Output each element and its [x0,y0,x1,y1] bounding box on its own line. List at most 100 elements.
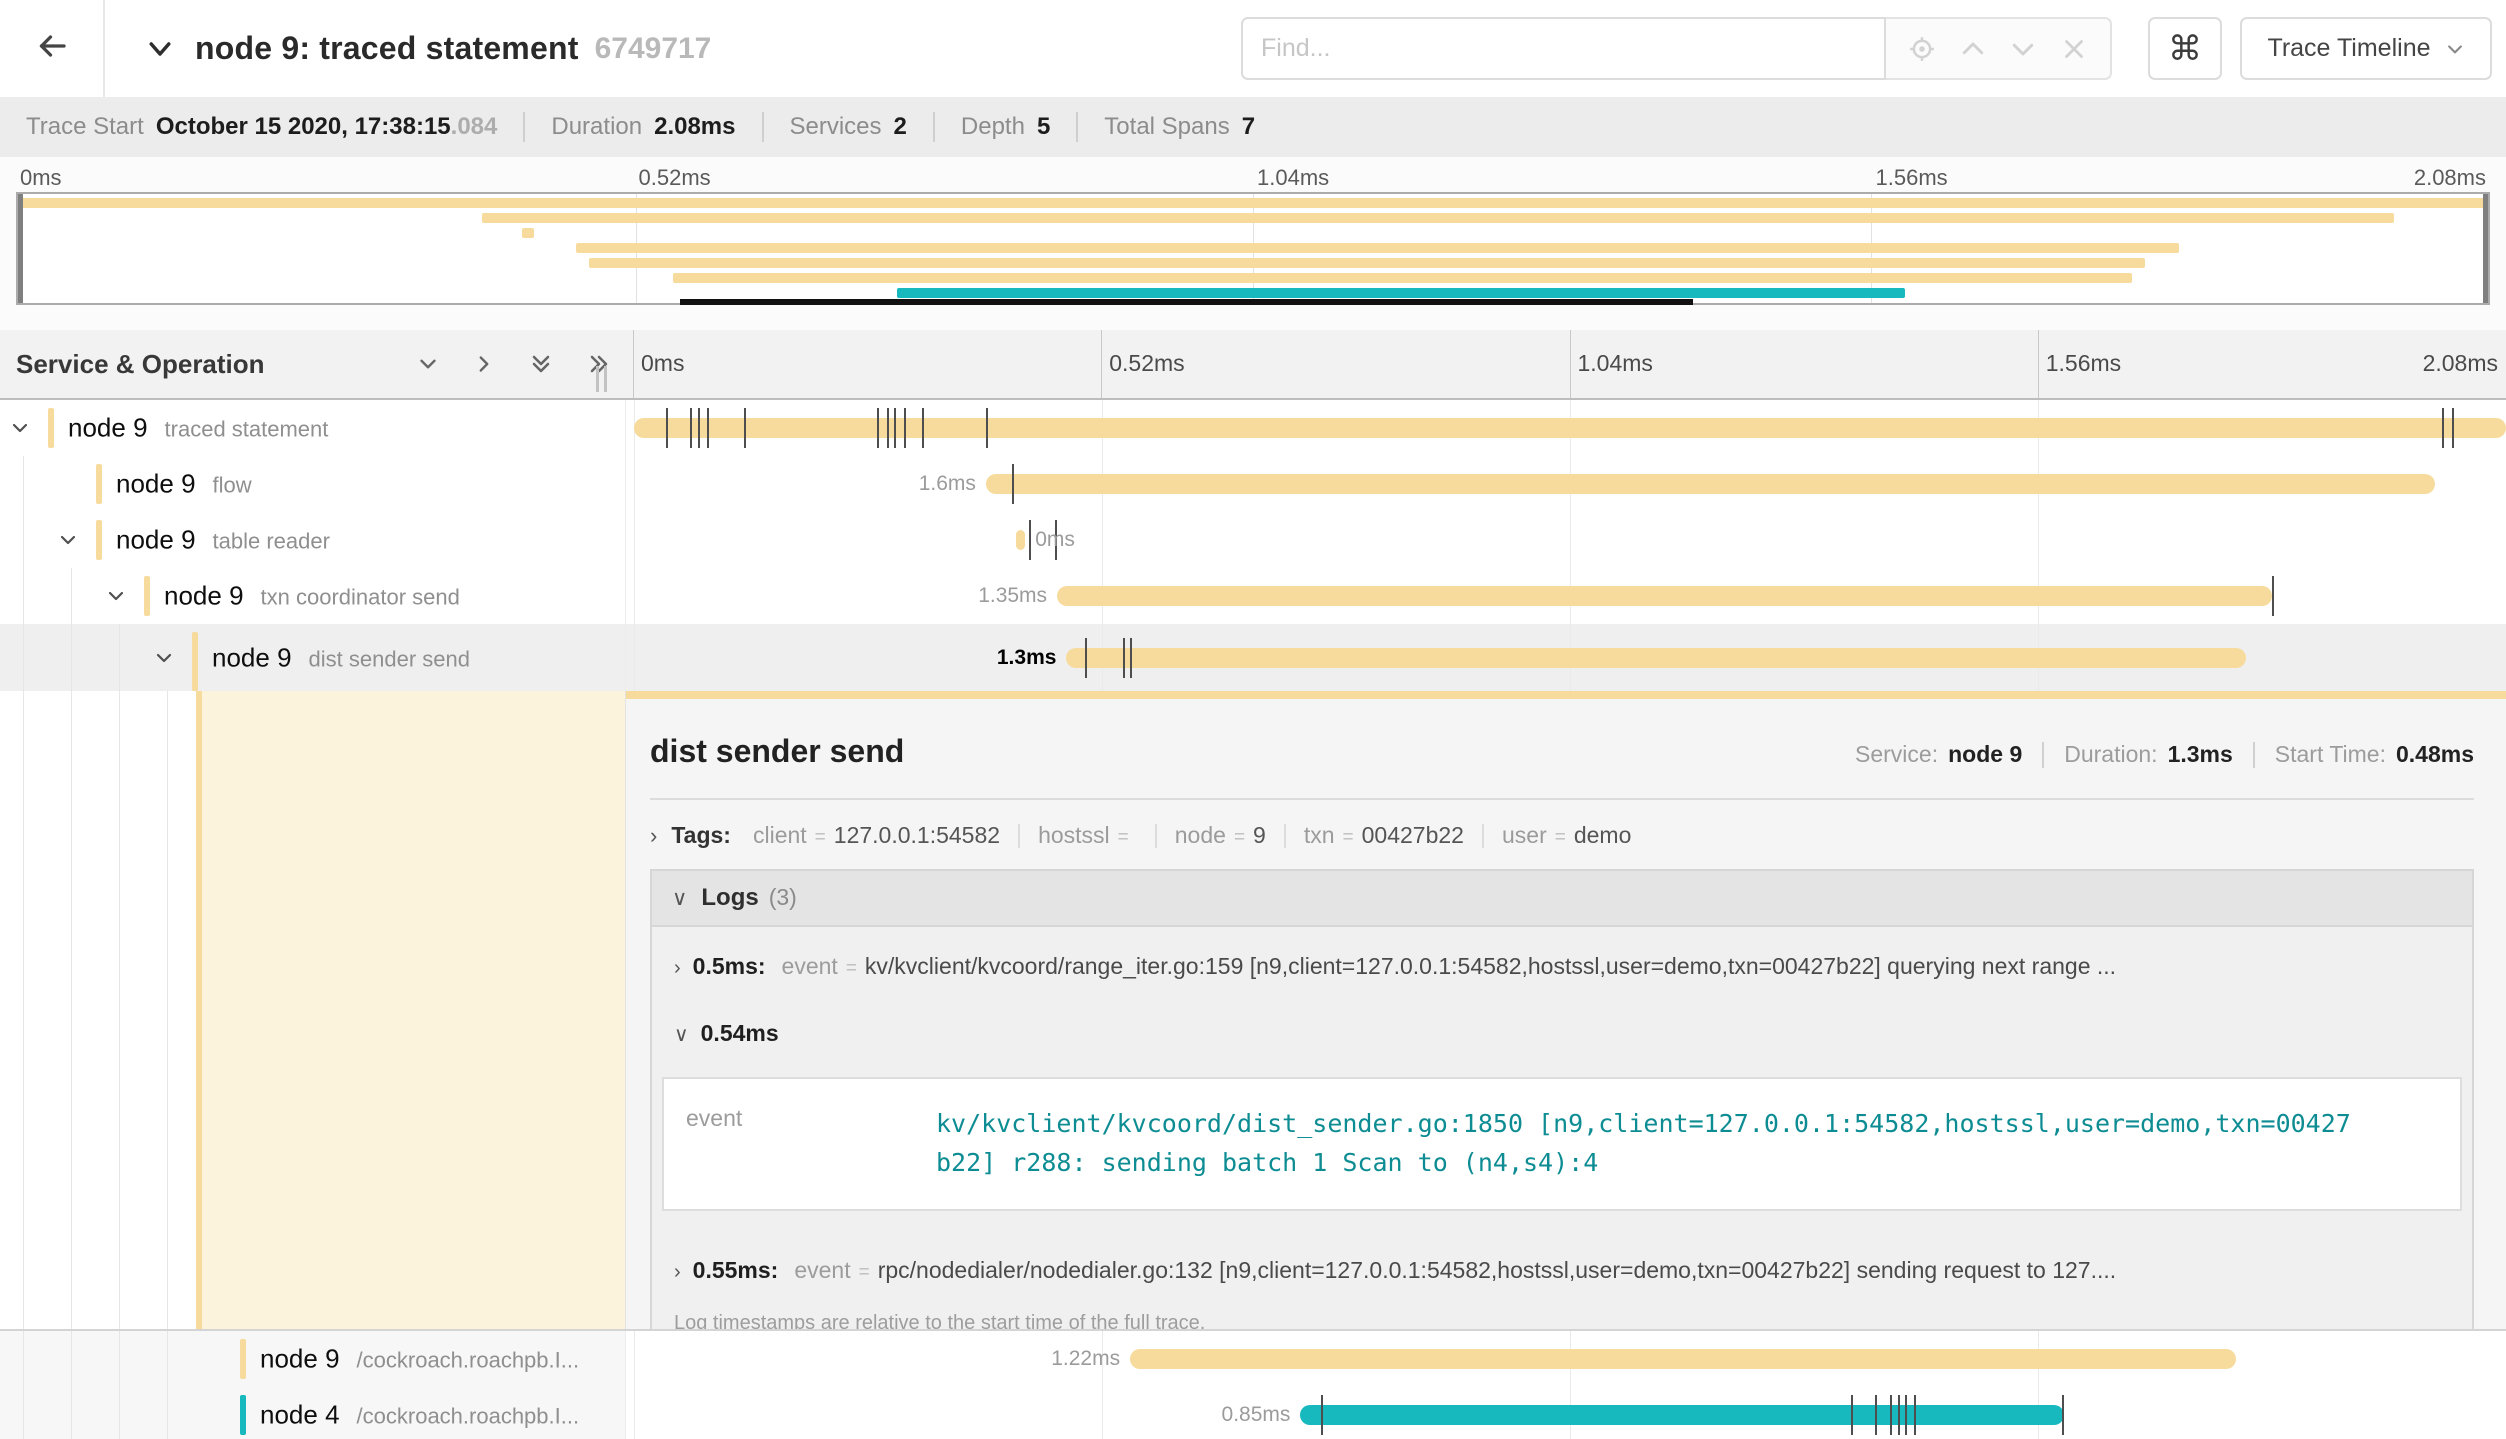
collapse-trace-chevron-icon[interactable] [145,34,175,64]
span-name-cell[interactable]: node 9txn coordinator send [0,568,625,624]
find-input[interactable] [1241,17,1886,80]
span-expander-chevron-down-icon[interactable] [152,646,176,670]
minimap-span-bar [522,228,534,238]
summary-item-label: Trace Start [26,113,144,141]
collapse-all-double-chevron-down-icon[interactable] [527,350,555,378]
span-expander-chevron-down-icon[interactable] [8,416,32,440]
span-timeline-cell[interactable]: 1.22ms [625,1331,2506,1387]
log-entry-row[interactable]: ›0.5ms:event=kv/kvclient/kvcoord/range_i… [652,927,2472,994]
span-event-tick [1012,464,1014,504]
span-row[interactable]: node 9traced statement [0,400,2506,456]
span-timeline-cell[interactable]: 1.35ms [625,568,2506,624]
span-name-cell[interactable]: node 9traced statement [0,400,625,456]
locate-icon[interactable] [1907,34,1937,64]
tree-depth-guide [23,456,24,512]
minimap-span-bar [18,198,2488,208]
minimap-canvas[interactable] [16,192,2490,305]
span-duration-bar[interactable] [1016,530,1025,550]
span-name-cell[interactable]: node 9table reader [0,512,625,568]
span-event-tick [1321,1395,1323,1435]
find-next-chevron-down-icon[interactable] [2008,34,2038,64]
span-color-bar [240,1339,246,1379]
span-duration-bar[interactable] [1057,586,2272,606]
tree-depth-guide [23,568,24,624]
expand-one-chevron-right-icon[interactable] [471,351,497,377]
grid-header: Service & Operation 0ms0.52ms1.04ms1.56m… [0,330,2506,400]
title-group: node 9: traced statement 6749717 [145,30,711,67]
timeline-gridline [1570,512,1571,568]
span-operation-name: flow [213,473,252,499]
logs-collapse-chevron-down-icon[interactable]: ∨ [672,886,687,911]
meta-divider [2042,742,2044,768]
span-name-cell[interactable]: node 4/cockroach.roachpb.I... [0,1387,625,1439]
timeline-ruler: 0ms0.52ms1.04ms1.56ms2.08ms [625,330,2506,398]
span-duration-label: 1.3ms [997,646,1057,670]
span-row[interactable]: node 9dist sender send 1.3ms [0,624,2506,691]
span-duration-bar[interactable] [1300,1405,2064,1425]
tag-key: node [1175,822,1226,849]
logs-header[interactable]: ∨ Logs (3) [652,871,2472,927]
span-row[interactable]: node 9txn coordinator send1.35ms [0,568,2506,624]
minimap-left-handle[interactable] [18,194,23,303]
minimap-right-handle[interactable] [2483,194,2488,303]
summary-divider [762,112,764,142]
span-timeline-cell[interactable]: 0.85ms [625,1387,2506,1439]
span-timeline-cell[interactable]: 1.6ms [625,456,2506,512]
trace-timeline-page: node 9: traced statement 6749717 [0,0,2506,1439]
back-button[interactable] [0,0,105,97]
summary-item-value: 2.08ms [654,113,735,141]
span-row[interactable]: node 4/cockroach.roachpb.I...0.85ms [0,1387,2506,1439]
span-operation-name: traced statement [165,417,329,443]
tree-depth-guide [71,1387,72,1439]
span-duration-bar[interactable] [1066,648,2245,668]
span-name-cell[interactable]: node 9dist sender send [0,624,625,691]
span-duration-bar[interactable] [634,418,2506,438]
tag-value: 00427b22 [1362,822,1464,849]
log-entry-row[interactable]: ›0.55ms:event=rpc/nodedialer/nodedialer.… [652,1231,2472,1298]
tree-depth-guide [71,624,72,691]
view-selector-button[interactable]: Trace Timeline [2240,17,2492,80]
span-expander-chevron-down-icon[interactable] [56,528,80,552]
find-clear-close-icon[interactable] [2059,34,2089,64]
log-entry-row-expanded[interactable]: ∨0.54ms [652,994,2472,1061]
span-name-label: node 9traced statement [68,413,328,444]
column-resizer-grip[interactable] [596,366,607,392]
tags-label: Tags: [671,822,731,849]
span-name-cell[interactable]: node 9/cockroach.roachpb.I... [0,1331,625,1387]
span-row[interactable]: node 9flow1.6ms [0,456,2506,512]
span-name-label: node 9/cockroach.roachpb.I... [260,1344,579,1375]
span-timeline-cell[interactable] [625,400,2506,456]
keyboard-shortcuts-button[interactable]: ⌘ [2148,17,2222,80]
span-event-tick [1905,1395,1907,1435]
summary-divider [523,112,525,142]
span-service-name: node 9 [164,581,244,612]
span-expander-chevron-down-icon[interactable] [104,584,128,608]
log-collapse-chevron-down-icon[interactable]: ∨ [674,1022,689,1047]
span-row[interactable]: node 9table reader0ms [0,512,2506,568]
meta-divider [2253,742,2255,768]
span-detail-strip: dist sender send Service:node 9Duration:… [0,691,2506,1329]
minimap-scrollbar[interactable] [680,299,1693,305]
logs-count: (3) [769,884,797,911]
tag-value: demo [1574,822,1632,849]
span-duration-bar[interactable] [1130,1349,2236,1369]
tags-expander-chevron-right-icon[interactable]: › [650,823,657,849]
span-timeline-cell[interactable]: 1.3ms [625,624,2506,691]
span-name-label: node 9dist sender send [212,642,470,673]
span-row[interactable]: node 9/cockroach.roachpb.I... 1.22ms [0,1331,2506,1387]
span-timeline-cell[interactable]: 0ms [625,512,2506,568]
log-field-key: event [794,1257,850,1284]
tags-row[interactable]: › Tags: client=127.0.0.1:54582hostssl=no… [650,822,2474,849]
collapse-one-chevron-down-icon[interactable] [415,351,441,377]
span-duration-bar[interactable] [986,474,2435,494]
span-color-bar [48,408,54,448]
find-prev-chevron-up-icon[interactable] [1958,34,1988,64]
log-timestamp: 0.5ms: [693,953,766,980]
log-expander-chevron-right-icon[interactable]: › [674,1261,681,1284]
view-selector-label: Trace Timeline [2267,34,2430,63]
detail-span-title: dist sender send [650,733,904,770]
log-timestamp: 0.55ms: [693,1257,779,1284]
span-name-cell[interactable]: node 9flow [0,456,625,512]
chevron-down-icon [2445,39,2465,59]
log-expander-chevron-right-icon[interactable]: › [674,957,681,980]
